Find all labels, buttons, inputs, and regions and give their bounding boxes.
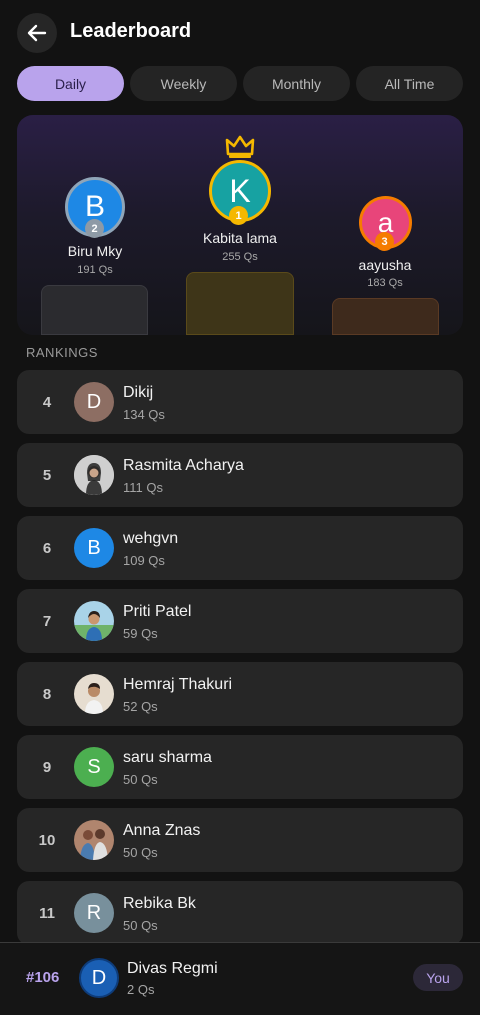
user-name: Anna Znas <box>123 822 201 839</box>
rank-number: 11 <box>39 904 55 922</box>
arrow-left-icon <box>27 24 47 42</box>
user-name: wehgvn <box>123 530 179 547</box>
question-count: 50 Qs <box>123 918 158 933</box>
tab-daily[interactable]: Daily <box>17 66 124 101</box>
rank-number: 5 <box>42 466 52 484</box>
ranking-row[interactable]: 8 Hemraj Thakuri 52 Qs <box>17 662 463 726</box>
tab-monthly[interactable]: Monthly <box>243 66 350 101</box>
avatar: S <box>74 747 114 787</box>
ranking-row[interactable]: 5 Rasmita Acharya 111 Qs <box>17 443 463 507</box>
rank-number: 4 <box>42 393 52 411</box>
person-photo-icon <box>74 455 114 495</box>
podium-third-qs: 183 Qs <box>367 277 403 289</box>
question-count: 59 Qs <box>123 626 158 641</box>
question-count: 111 Qs <box>123 480 163 495</box>
avatar-initial: D <box>86 390 102 413</box>
ranking-row[interactable]: 7 Priti Patel 59 Qs <box>17 589 463 653</box>
period-tabs: Daily Weekly Monthly All Time <box>17 66 463 101</box>
question-count: 109 Qs <box>123 553 165 568</box>
podium-second-rank-badge: 2 <box>85 219 104 238</box>
rank-number: 7 <box>42 612 52 630</box>
ranking-row[interactable]: 6 B wehgvn 109 Qs <box>17 516 463 580</box>
podium-first-initial: K <box>229 172 251 209</box>
podium-second-qs: 191 Qs <box>77 264 113 276</box>
you-badge: You <box>413 964 463 991</box>
user-name: Dikij <box>123 384 154 401</box>
user-name: saru sharma <box>123 749 212 766</box>
podium-second-name: Biru Mky <box>67 243 123 259</box>
user-name: Hemraj Thakuri <box>123 676 233 693</box>
podium-first-qs: 255 Qs <box>222 251 258 263</box>
user-name: Rebika Bk <box>123 895 196 912</box>
rank-number: 10 <box>38 831 56 849</box>
question-count: 52 Qs <box>123 699 158 714</box>
avatar-photo <box>74 820 114 860</box>
page-title: Leaderboard <box>70 20 192 42</box>
avatar: R <box>74 893 114 933</box>
podium-first-rank-badge: 1 <box>229 206 248 225</box>
avatar-photo <box>74 674 114 714</box>
current-user-name: Divas Regmi <box>127 960 218 977</box>
current-user-bar[interactable]: #106 D Divas Regmi 2 Qs You <box>0 942 480 1015</box>
avatar-initial: R <box>86 901 102 924</box>
people-photo-icon <box>74 820 114 860</box>
rankings-label: RANKINGS <box>26 345 98 360</box>
user-name: Rasmita Acharya <box>123 457 244 474</box>
rank-number: 9 <box>42 758 52 776</box>
pedestal-second <box>41 285 148 335</box>
avatar-photo <box>74 601 114 641</box>
person-photo-icon <box>74 674 114 714</box>
current-user-qs: 2 Qs <box>127 982 155 997</box>
tab-weekly[interactable]: Weekly <box>130 66 237 101</box>
avatar: D <box>74 382 114 422</box>
pedestal-first <box>186 272 294 335</box>
ranking-row[interactable]: 11 R Rebika Bk 50 Qs <box>17 881 463 945</box>
podium-third-rank-badge: 3 <box>375 232 394 251</box>
crown-icon <box>225 135 255 158</box>
current-user-rank: #106 <box>26 969 60 986</box>
user-name: Priti Patel <box>123 603 192 620</box>
avatar: B <box>74 528 114 568</box>
podium-third-name: aayusha <box>358 257 412 273</box>
avatar-initial: S <box>87 755 101 778</box>
podium: B 2 Biru Mky 191 Qs K 1 Kabita lama 255 … <box>17 115 463 335</box>
question-count: 50 Qs <box>123 772 158 787</box>
question-count: 134 Qs <box>123 407 165 422</box>
ranking-row[interactable]: 10 Anna Znas 50 Qs <box>17 808 463 872</box>
person-photo-icon <box>74 601 114 641</box>
avatar-initial: D <box>91 966 107 989</box>
ranking-row[interactable]: 4 D Dikij 134 Qs <box>17 370 463 434</box>
avatar-initial: B <box>87 536 101 559</box>
avatar-photo <box>74 455 114 495</box>
rank-number: 6 <box>42 539 52 557</box>
back-button[interactable] <box>17 13 57 53</box>
header: Leaderboard <box>0 0 480 66</box>
rank-number: 8 <box>42 685 52 703</box>
tab-all-time[interactable]: All Time <box>356 66 463 101</box>
ranking-row[interactable]: 9 S saru sharma 50 Qs <box>17 735 463 799</box>
current-user-avatar: D <box>79 958 119 998</box>
question-count: 50 Qs <box>123 845 158 860</box>
pedestal-third <box>332 298 439 335</box>
podium-first-name: Kabita lama <box>203 230 277 246</box>
